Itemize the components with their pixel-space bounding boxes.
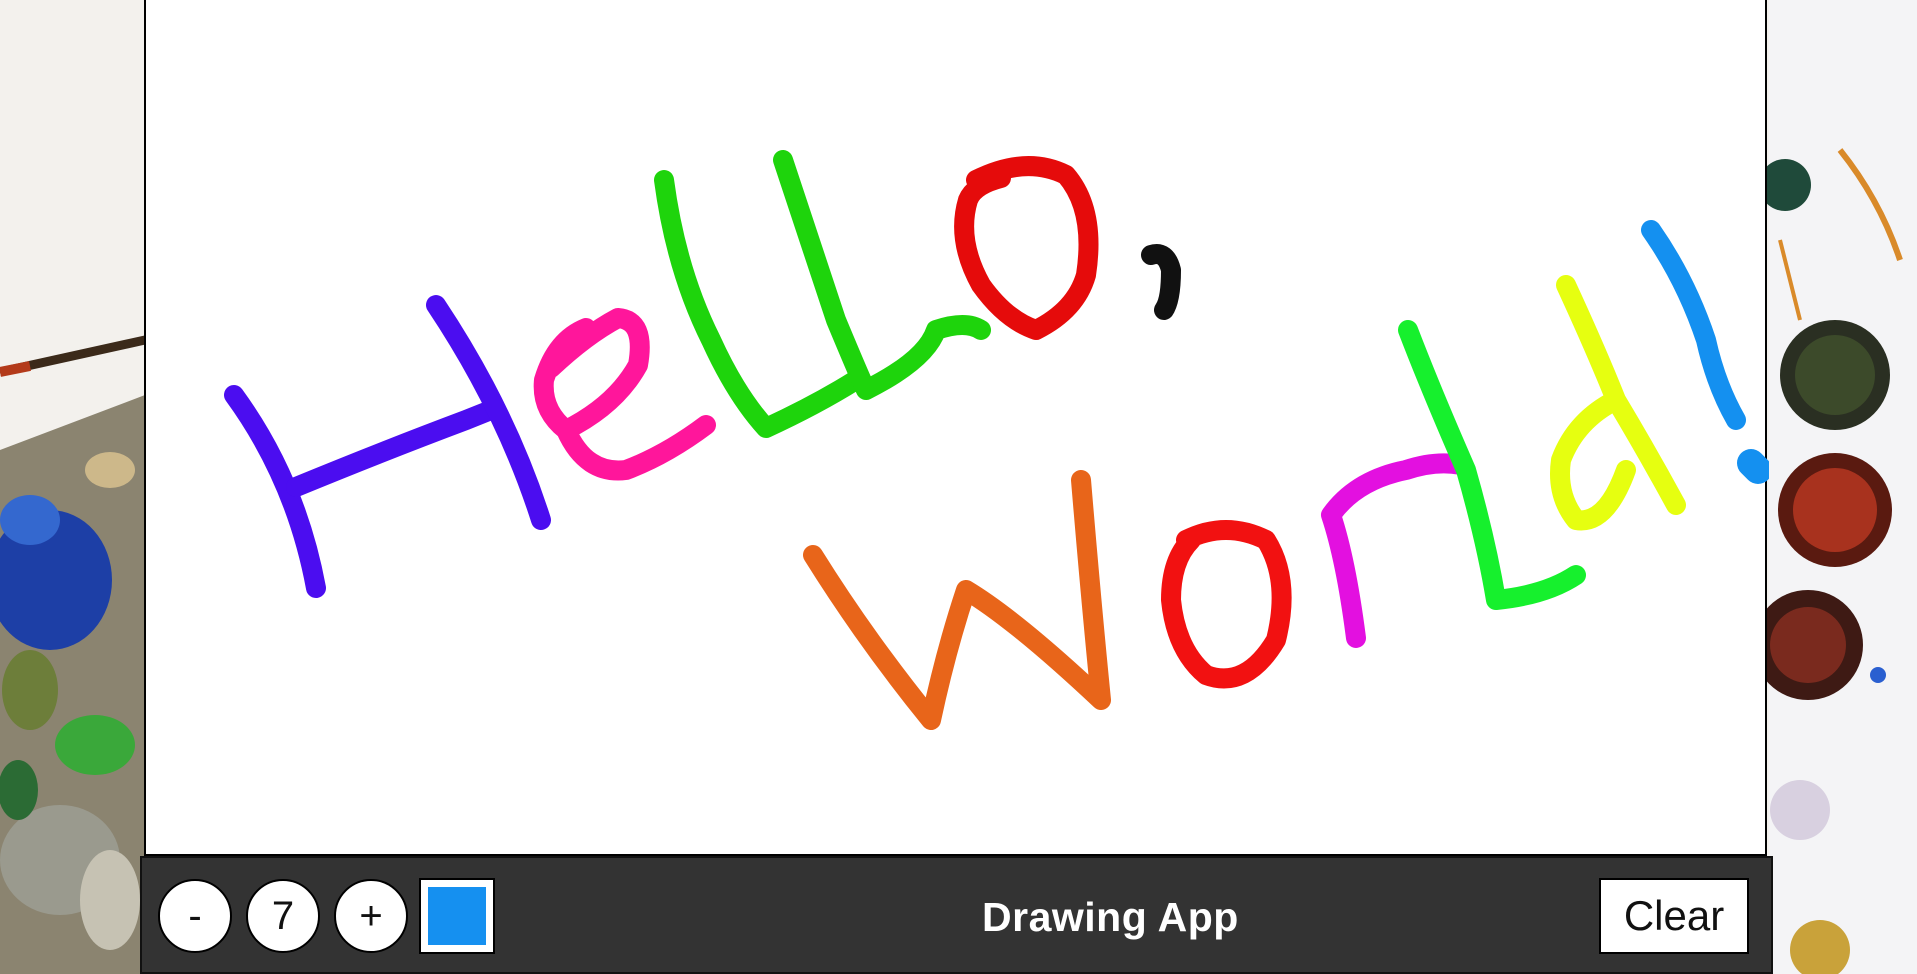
decrease-size-button[interactable]: -	[158, 879, 232, 953]
brush-size-display: 7	[246, 879, 320, 953]
stroke-letter-o2	[1161, 520, 1292, 689]
stroke-exclamation-dot	[1737, 449, 1769, 484]
drawing-app: - 7 + Drawing App Clear	[140, 0, 1773, 974]
clear-button[interactable]: Clear	[1599, 878, 1749, 954]
color-picker[interactable]	[419, 878, 495, 954]
stroke-letter-h-bar	[286, 400, 501, 497]
color-picker-swatch	[428, 887, 486, 945]
stroke-letter-o	[954, 156, 1099, 340]
palette-left	[0, 395, 145, 974]
stroke-letter-e	[533, 308, 716, 481]
stroke-letter-d	[1550, 275, 1686, 531]
paint-pots-right	[1753, 0, 1917, 974]
drawing-canvas[interactable]	[144, 0, 1769, 856]
toolbar: - 7 + Drawing App Clear	[140, 856, 1773, 974]
app-title: Drawing App	[982, 894, 1239, 940]
stroke-letter-h-right	[426, 295, 551, 530]
stroke-exclamation	[1641, 220, 1746, 430]
canvas-drawing	[224, 150, 1769, 730]
stroke-letter-l2	[773, 150, 991, 400]
stroke-letter-w	[803, 470, 1111, 730]
stroke-letter-r	[1321, 453, 1471, 648]
stroke-comma	[1141, 244, 1181, 320]
increase-size-button[interactable]: +	[334, 879, 408, 953]
